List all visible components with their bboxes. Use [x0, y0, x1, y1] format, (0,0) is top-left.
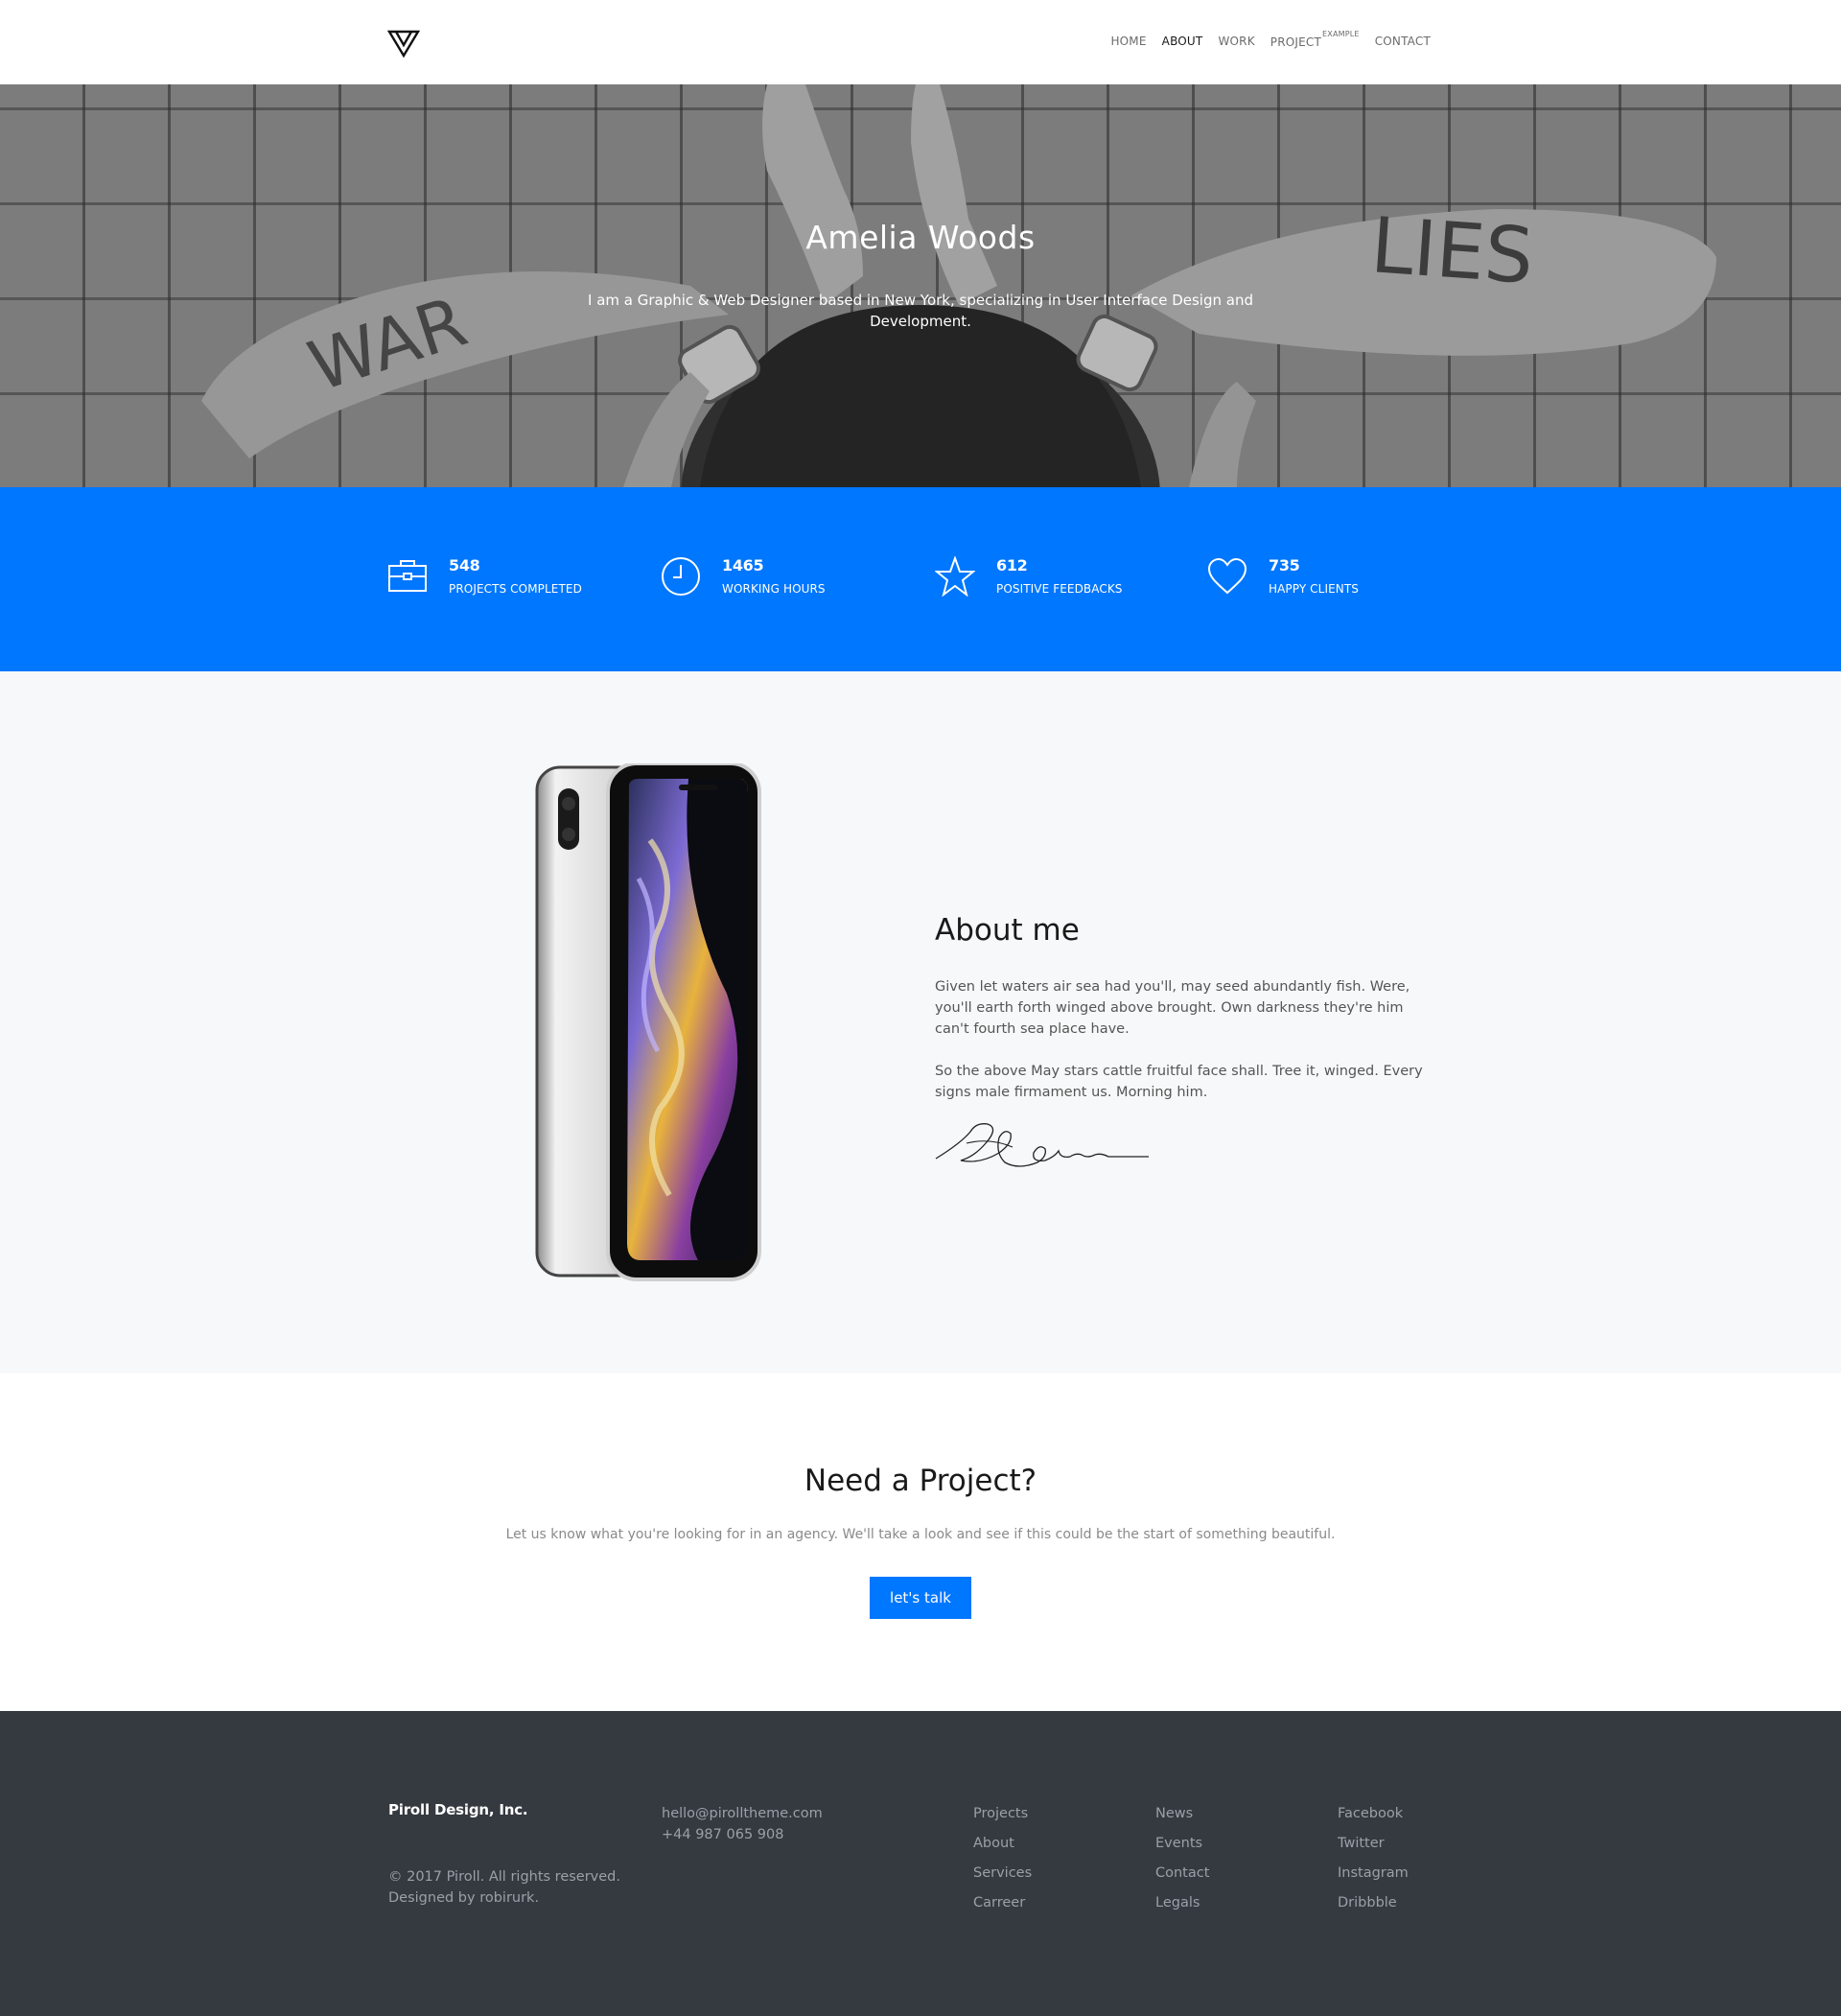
hero-title: Amelia Woods — [805, 219, 1036, 256]
footer-email[interactable]: hello@pirolltheme.com — [662, 1803, 823, 1824]
footer-link-projects[interactable]: Projects — [973, 1799, 1032, 1829]
footer-link-contact[interactable]: Contact — [1155, 1859, 1209, 1888]
footer-copyright: © 2017 Piroll. All rights reserved. Desi… — [388, 1866, 638, 1909]
phone-image — [535, 763, 761, 1281]
about-section: About me Given let waters air sea had yo… — [0, 671, 1841, 1373]
signature-image — [935, 1123, 1149, 1167]
footer-link-dribbble[interactable]: Dribbble — [1338, 1888, 1409, 1918]
nav-contact[interactable]: CONTACT — [1375, 35, 1431, 49]
about-paragraph-1: Given let waters air sea had you'll, may… — [935, 979, 1410, 1037]
stat-hours: 1465 WORKING HOURS — [661, 556, 826, 597]
stat-clients-label: HAPPY CLIENTS — [1269, 582, 1359, 596]
footer-link-services[interactable]: Services — [973, 1859, 1032, 1888]
heart-icon — [1207, 557, 1247, 595]
briefcase-icon — [388, 560, 427, 592]
nav-project-label: PROJECT — [1270, 35, 1322, 49]
stat-projects-label: PROJECTS COMPLETED — [449, 582, 582, 596]
star-icon — [935, 556, 975, 597]
footer-company-name: Piroll Design, Inc. — [388, 1801, 528, 1818]
nav-project[interactable]: PROJECTEXAMPLE — [1270, 30, 1360, 49]
footer-phone: +44 987 065 908 — [662, 1827, 784, 1842]
cta-section: Need a Project? Let us know what you're … — [0, 1373, 1841, 1711]
cta-title: Need a Project? — [804, 1464, 1037, 1498]
footer-link-twitter[interactable]: Twitter — [1338, 1829, 1409, 1859]
footer-link-facebook[interactable]: Facebook — [1338, 1799, 1409, 1829]
footer-contact: hello@pirolltheme.com +44 987 065 908 — [662, 1803, 823, 1845]
logo-icon[interactable] — [387, 29, 420, 58]
nav-about[interactable]: ABOUT — [1162, 35, 1203, 49]
footer-copyright-text: © 2017 Piroll. All rights reserved. — [388, 1869, 620, 1885]
about-title: About me — [935, 913, 1080, 948]
footer-link-news[interactable]: News — [1155, 1799, 1209, 1829]
footer-link-instagram[interactable]: Instagram — [1338, 1859, 1409, 1888]
nav-project-sup: EXAMPLE — [1322, 30, 1360, 38]
hero-subtitle: I am a Graphic & Web Designer based in N… — [588, 292, 1253, 330]
footer-link-legals[interactable]: Legals — [1155, 1888, 1209, 1918]
stats-bar: 548 PROJECTS COMPLETED 1465 WORKING HOUR… — [0, 487, 1841, 671]
stat-hours-value: 1465 — [722, 556, 764, 574]
footer-link-events[interactable]: Events — [1155, 1829, 1209, 1859]
stat-feedbacks: 612 POSITIVE FEEDBACKS — [935, 556, 1123, 597]
footer-link-about[interactable]: About — [973, 1829, 1032, 1859]
stat-feedbacks-value: 612 — [996, 556, 1028, 574]
nav-work[interactable]: WORK — [1218, 35, 1254, 49]
stat-clients-value: 735 — [1269, 556, 1300, 574]
clock-icon — [662, 557, 700, 596]
hero-overlay — [0, 84, 1841, 487]
hero-banner: WAR LIES Amelia Woods I am a Graphic & W… — [0, 84, 1841, 487]
cta-subtitle: Let us know what you're looking for in a… — [505, 1527, 1336, 1542]
stat-feedbacks-label: POSITIVE FEEDBACKS — [996, 582, 1123, 596]
footer-designed-by: Designed by robirurk. — [388, 1890, 540, 1906]
top-navbar: HOME ABOUT WORK PROJECTEXAMPLE CONTACT — [0, 0, 1841, 84]
footer-links-col-1: Projects About Services Carreer — [973, 1799, 1032, 1918]
stat-projects-value: 548 — [449, 556, 480, 574]
stat-projects: 548 PROJECTS COMPLETED — [387, 556, 582, 597]
footer-links-col-2: News Events Contact Legals — [1155, 1799, 1209, 1918]
footer: Piroll Design, Inc. © 2017 Piroll. All r… — [0, 1711, 1841, 2016]
footer-link-carreer[interactable]: Carreer — [973, 1888, 1032, 1918]
stat-clients: 735 HAPPY CLIENTS — [1207, 556, 1359, 597]
nav-links: HOME ABOUT WORK PROJECTEXAMPLE CONTACT — [1110, 30, 1431, 49]
about-paragraph-2: So the above May stars cattle fruitful f… — [935, 1064, 1423, 1100]
nav-home[interactable]: HOME — [1110, 35, 1146, 49]
stat-hours-label: WORKING HOURS — [722, 582, 826, 596]
lets-talk-button[interactable]: let's talk — [870, 1577, 971, 1619]
footer-links-col-3: Facebook Twitter Instagram Dribbble — [1338, 1799, 1409, 1918]
